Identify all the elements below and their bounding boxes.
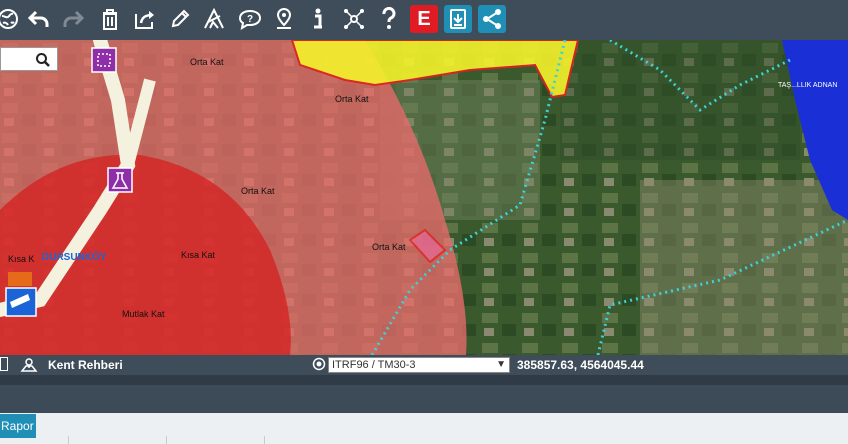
divider: [264, 436, 265, 444]
map-label-area: TAŞ...LLIK ADNAN: [778, 82, 838, 89]
toolbar: ? E: [0, 0, 848, 40]
divider: [166, 436, 167, 444]
map-label-town: DURSUNKÖY: [42, 252, 107, 263]
map-guide-icon: [20, 357, 38, 376]
e-icon-label: E: [417, 7, 431, 30]
map-label-orta-kat: Orta Kat: [190, 57, 224, 67]
help-icon[interactable]: [375, 5, 403, 33]
share-icon[interactable]: [478, 5, 506, 33]
map-label-kisa-kat: Kısa Kat: [181, 250, 216, 260]
panel-header: [0, 385, 848, 413]
poi-marker-icon[interactable]: [91, 47, 117, 73]
map-label-kisa-kat: Kısa K: [8, 254, 35, 264]
globe-icon[interactable]: [0, 5, 22, 33]
target-icon[interactable]: [312, 357, 326, 374]
building-marker-icon[interactable]: [8, 272, 32, 286]
info-icon[interactable]: [304, 5, 332, 33]
chevron-down-icon: ▼: [496, 359, 506, 370]
map-label-orta-kat: Orta Kat: [241, 186, 275, 196]
location-pin-icon[interactable]: [270, 5, 298, 33]
divider: [68, 436, 69, 444]
app-title: Kent Rehberi: [48, 358, 123, 372]
share-export-icon[interactable]: [131, 5, 159, 33]
map-label-orta-kat: Orta Kat: [335, 94, 369, 104]
pencil-icon[interactable]: [166, 5, 194, 33]
divider: [0, 375, 848, 385]
undo-icon[interactable]: [25, 5, 53, 33]
network-icon[interactable]: [340, 5, 368, 33]
bottom-panel: [0, 413, 848, 444]
redo-icon[interactable]: [59, 5, 87, 33]
comment-icon[interactable]: ?: [236, 5, 264, 33]
map-view[interactable]: Orta Kat Orta Kat Orta Kat Orta Kat Kısa…: [0, 40, 848, 355]
coordinate-readout: 385857.63, 4564045.44: [517, 358, 644, 372]
search-icon[interactable]: [32, 50, 54, 70]
map-label-orta-kat: Orta Kat: [372, 242, 406, 252]
svg-text:?: ?: [247, 14, 253, 25]
crs-select-value: ITRF96 / TM30-3: [332, 359, 416, 371]
tab-rapor[interactable]: Rapor: [0, 414, 36, 438]
status-toggle[interactable]: [0, 357, 8, 371]
map-label-mutlak-kat: Mutlak Kat: [122, 309, 165, 319]
crs-select[interactable]: ITRF96 / TM30-3 ▼: [328, 357, 510, 373]
download-icon[interactable]: [444, 5, 472, 33]
map-canvas[interactable]: [0, 40, 848, 355]
e-icon[interactable]: E: [410, 5, 438, 33]
measure-icon[interactable]: [200, 5, 228, 33]
trash-icon[interactable]: [96, 5, 124, 33]
